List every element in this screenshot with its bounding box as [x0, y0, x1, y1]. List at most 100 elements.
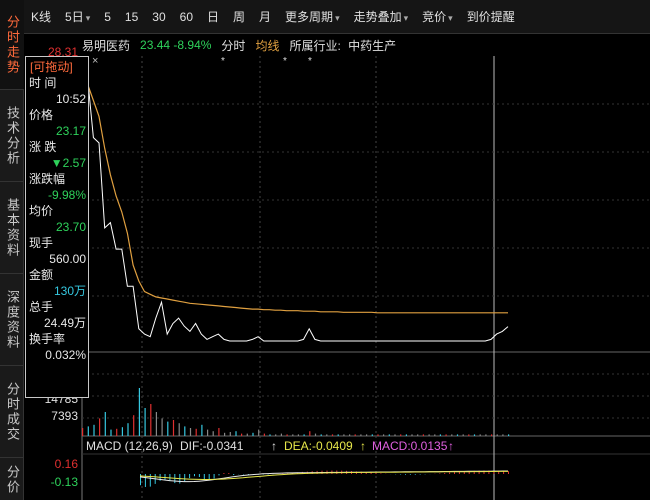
volume-bar: [150, 404, 152, 436]
stock-price-change: 23.44 -8.94%: [140, 38, 211, 52]
volume-bar: [229, 432, 231, 436]
toolbar-item-4[interactable]: 30: [145, 10, 172, 24]
data-window-value: -9.98%: [47, 188, 86, 202]
volume-bar: [104, 412, 106, 436]
close-icon[interactable]: ×: [92, 55, 98, 67]
volume-bar: [377, 434, 379, 436]
toolbar-item-2[interactable]: 5: [97, 10, 118, 24]
marker-star-icon: *: [308, 56, 312, 67]
floating-data-window[interactable]: [可拖动] 时 间 10:52 价格 23.17 涨 跌 ▼2.57 涨跌幅 -9.98% 均价…: [25, 56, 89, 398]
data-window-value: 10:52: [55, 92, 86, 106]
chart-area[interactable]: * * * MACD (12,26,9) DIF:-0.0341 ↑ DEA:-0.0409…: [24, 34, 650, 500]
macd-hist-bar: [419, 474, 421, 475]
macd-hist-bar: [223, 473, 225, 474]
volume-bar: [297, 434, 299, 436]
toolbar-item-11[interactable]: 竞价 ▾: [415, 8, 460, 25]
volume-bar: [195, 428, 197, 436]
macd-hist-bar: [149, 474, 151, 487]
price-line: [81, 68, 509, 342]
sidebar-item-label: 分时成交: [5, 381, 20, 442]
volume-bar: [116, 428, 118, 436]
data-window-rows: 时 间 10:52 价格 23.17 涨 跌 ▼2.57 涨跌幅 -9.98% 均价 23.70 现…: [26, 75, 88, 363]
toolbar-item-3[interactable]: 15: [118, 10, 145, 24]
volume-bar: [212, 431, 214, 436]
toolbar-item-5[interactable]: 60: [173, 10, 200, 24]
volume-bar: [269, 434, 271, 436]
volume-bar: [263, 433, 265, 436]
sidebar-item-1[interactable]: 技术分析: [0, 90, 24, 182]
data-window-label: 时 间: [29, 76, 57, 90]
chevron-down-icon: ▾: [448, 13, 453, 23]
data-window-label: 价格: [29, 108, 54, 122]
toolbar-item-1[interactable]: 5日 ▾: [58, 8, 97, 25]
tab-fenshi[interactable]: 分时: [221, 37, 245, 54]
sidebar-item-5[interactable]: 分价: [0, 458, 24, 500]
data-window-value: ▼2.57: [50, 156, 86, 170]
volume-bar: [155, 412, 157, 436]
macd-dif-arrow: ↑: [271, 439, 277, 453]
macd-hist-bar: [218, 474, 220, 476]
toolbar-item-9[interactable]: 更多周期 ▾: [278, 8, 347, 25]
marker-star-icon: *: [283, 56, 287, 67]
macd-hist-bar: [184, 474, 186, 482]
volume-bar: [502, 434, 504, 436]
volume-axis-label: 7393: [51, 409, 78, 423]
sidebar-item-3[interactable]: 深度资料: [0, 274, 24, 366]
data-window-label: 涨 跌: [29, 140, 57, 154]
toolbar-item-12[interactable]: 到价提醒: [460, 8, 522, 25]
chart-canvas[interactable]: * * * MACD (12,26,9) DIF:-0.0341 ↑ DEA:-0.0409…: [24, 34, 650, 500]
sidebar-item-2[interactable]: 基本资料: [0, 182, 24, 274]
macd-hist-bar: [375, 473, 377, 474]
macd-hist-bar: [444, 472, 446, 474]
data-window-label: 金额: [29, 268, 54, 282]
macd-hist-bar: [400, 474, 402, 475]
toolbar-item-0[interactable]: K线: [24, 8, 58, 25]
toolbar-item-label: 日: [207, 10, 220, 24]
volume-bar: [252, 432, 254, 436]
volume-bar: [224, 432, 226, 436]
stock-change-pct: -8.94%: [173, 38, 212, 52]
toolbar-item-label: K线: [31, 10, 52, 24]
volume-bar: [218, 428, 220, 436]
macd-title-label: MACD (12,26,9): [86, 439, 173, 453]
toolbar-item-label: 到价提醒: [466, 10, 515, 24]
data-window-value: 130万: [53, 284, 86, 298]
volume-bar: [496, 434, 498, 436]
macd-axis-lower: -0.13: [51, 475, 79, 489]
toolbar-item-10[interactable]: 走势叠加 ▾: [347, 8, 416, 25]
sidebar-item-4[interactable]: 分时成交: [0, 366, 24, 458]
toolbar-item-8[interactable]: 月: [252, 8, 278, 25]
macd-hist-bar: [198, 474, 200, 477]
volume-bar: [371, 434, 373, 436]
sidebar-item-label: 深度资料: [5, 289, 20, 350]
macd-hist-bar: [380, 473, 382, 474]
toolbar-item-label: 15: [124, 9, 139, 24]
toolbar-item-6[interactable]: 日: [200, 8, 226, 25]
volume-bar: [337, 434, 339, 436]
stock-info-bar: 易明医药 23.44 -8.94% 分时 均线 所属行业: 中药生产: [82, 34, 396, 56]
chevron-down-icon: ▾: [85, 13, 91, 23]
volume-bar: [314, 433, 317, 436]
sidebar-item-label: 基本资料: [5, 197, 20, 258]
volume-bar: [121, 427, 123, 436]
sidebar-item-0[interactable]: 分时走势: [0, 0, 24, 90]
macd-dea-line: [139, 470, 508, 480]
macd-macd-arrow: ↑: [448, 439, 454, 453]
volume-bar: [388, 434, 390, 436]
tab-junxian[interactable]: 均线: [255, 37, 279, 54]
macd-dea-arrow: ↑: [360, 439, 366, 453]
volume-bar: [508, 434, 510, 436]
macd-hist-bar: [409, 474, 411, 475]
chevron-down-icon: ▾: [335, 13, 340, 23]
volume-bar: [258, 429, 260, 436]
volume-bar: [394, 434, 396, 436]
volume-bar: [99, 418, 101, 436]
volume-bar: [161, 418, 163, 436]
volume-bar: [354, 434, 356, 436]
data-window-title[interactable]: [可拖动]: [26, 57, 88, 75]
volume-bar: [207, 429, 209, 436]
macd-dif-value: DIF:-0.0341: [180, 439, 244, 453]
volume-bar: [93, 424, 95, 436]
toolbar-item-7[interactable]: 周: [226, 8, 252, 25]
toolbar-item-label: 30: [152, 9, 166, 24]
